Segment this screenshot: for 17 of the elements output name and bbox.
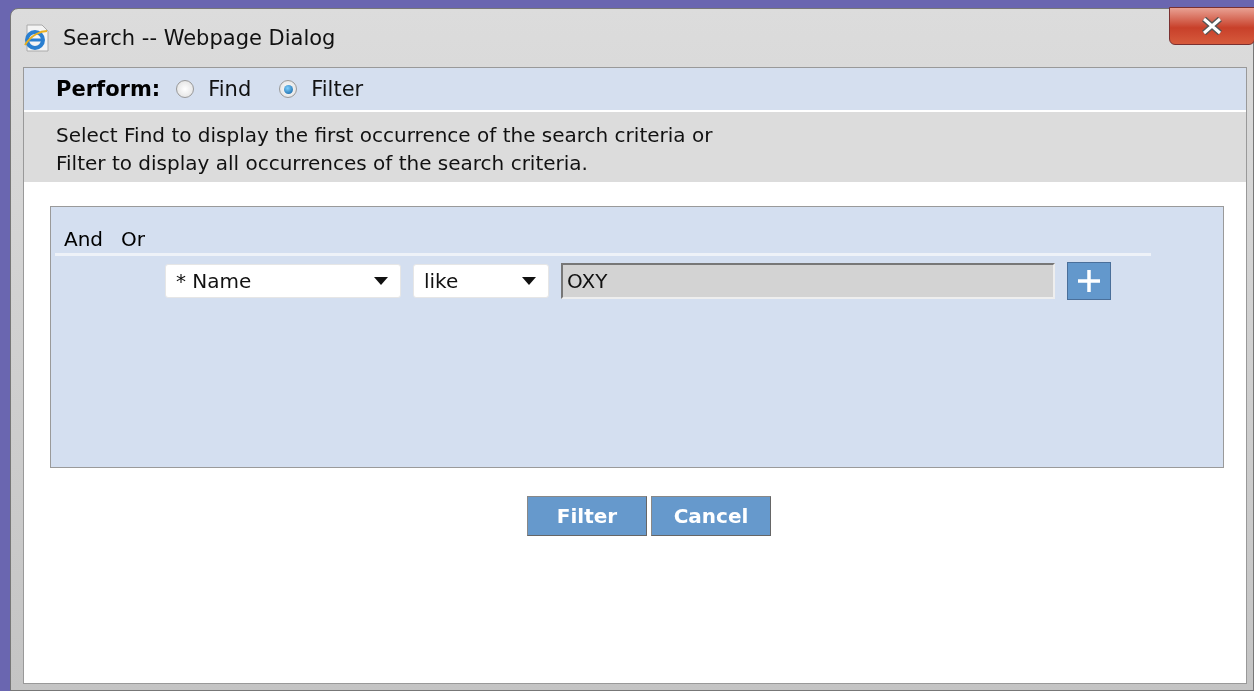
close-icon xyxy=(1201,17,1223,35)
radio-option[interactable]: Find xyxy=(176,77,252,101)
browser-icon xyxy=(23,23,51,53)
perform-label: Perform: xyxy=(56,77,161,101)
close-button[interactable] xyxy=(1169,7,1254,45)
info-text: Select Find to display the first occurrence of the search criteria or Filter to display all occurrences of the search criteria. xyxy=(24,112,1246,182)
operator-dropdown[interactable]: like xyxy=(413,264,549,298)
radio-option[interactable]: Filter xyxy=(279,77,364,101)
logic-link[interactable]: And xyxy=(64,227,104,253)
value-field[interactable]: OXY xyxy=(561,263,1055,299)
caret-icon xyxy=(522,277,536,285)
caret-icon xyxy=(374,277,388,285)
window-title: Search -- Webpage Dialog xyxy=(63,26,336,50)
field-dropdown[interactable]: * Name xyxy=(165,264,401,298)
logic-link[interactable]: Or xyxy=(121,227,146,253)
plus-icon xyxy=(1077,269,1101,293)
add-button[interactable] xyxy=(1067,262,1111,300)
